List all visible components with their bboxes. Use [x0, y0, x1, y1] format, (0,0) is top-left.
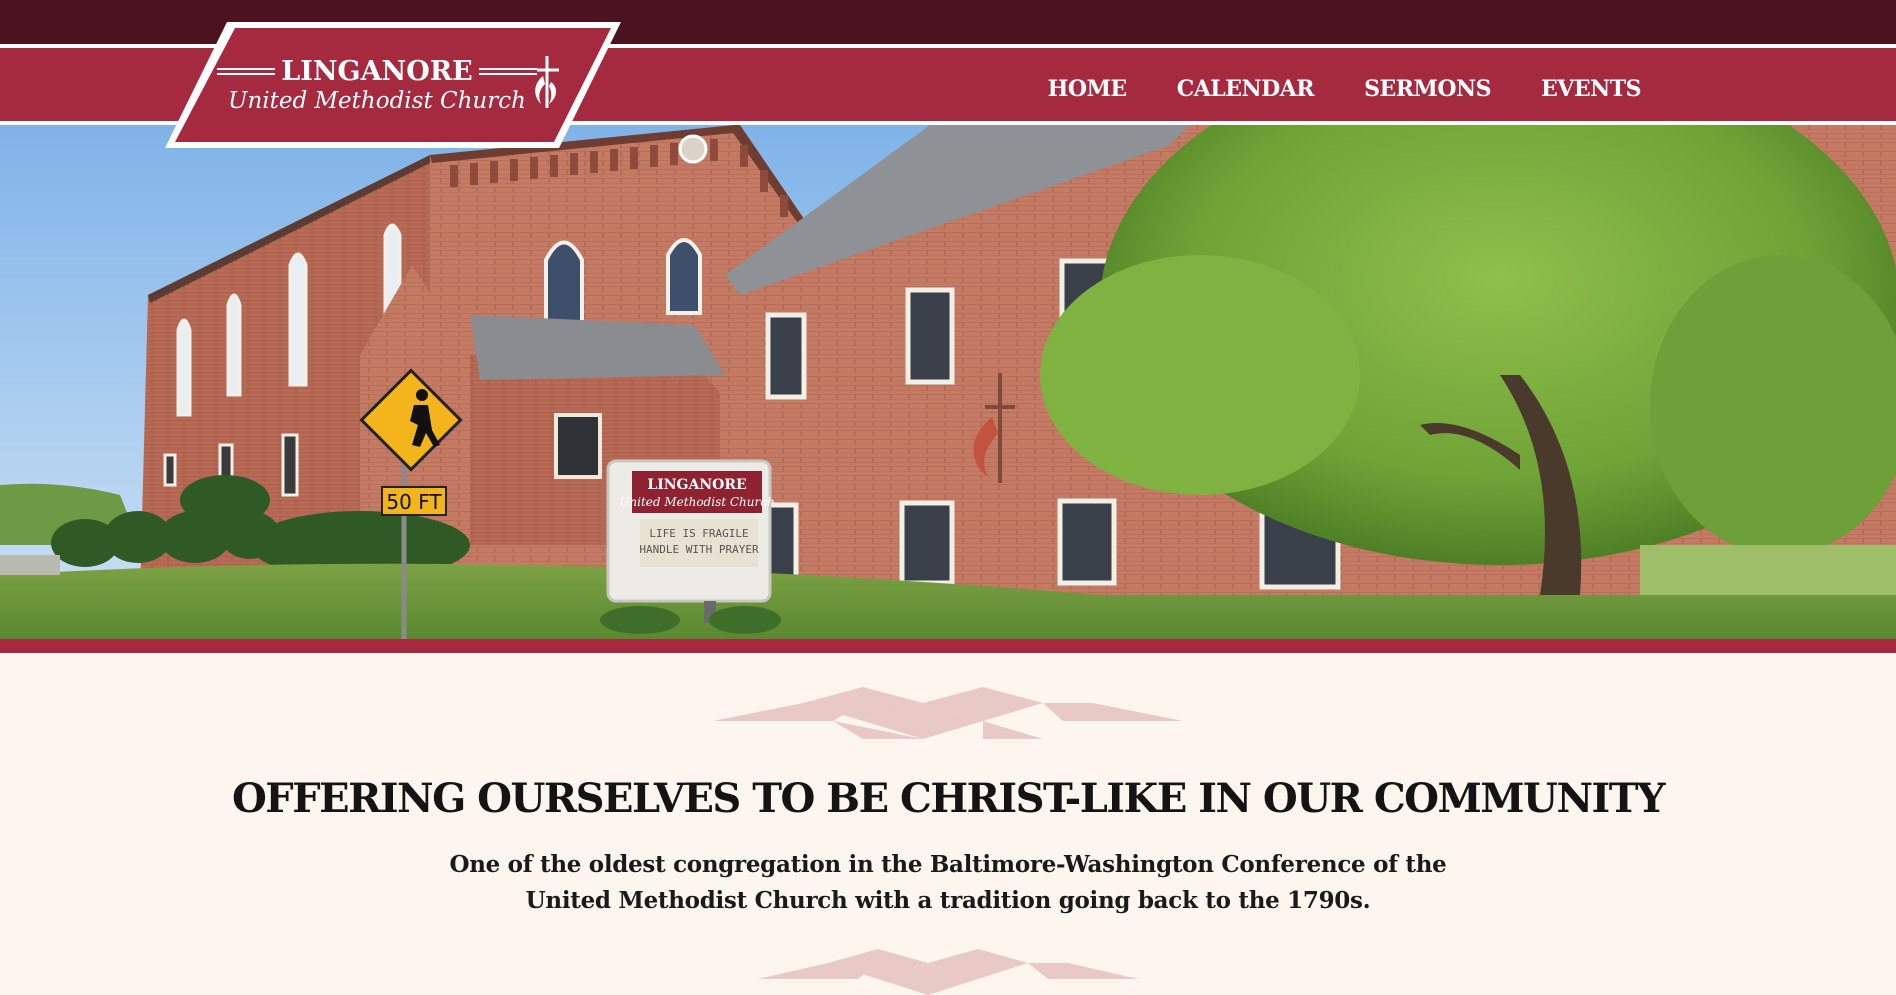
diamond-ornament-icon: [713, 687, 1183, 739]
nav-sermons[interactable]: SERMONS: [1364, 76, 1491, 102]
nav-events[interactable]: EVENTS: [1541, 76, 1641, 102]
logo-title: LINGANORE: [217, 56, 537, 87]
intro-section: OFFERING OURSELVES TO BE CHRIST-LIKE IN …: [0, 653, 1896, 995]
sign-board-title: LINGANORE: [647, 477, 746, 493]
logo-title-text: LINGANORE: [281, 56, 473, 87]
road-sign-text: 50 FT: [386, 490, 442, 514]
sign-board-subtitle: United Methodist Church: [619, 495, 774, 509]
sign-board-message-1: LIFE IS FRAGILE: [649, 527, 748, 540]
cross-and-flame-icon: [535, 56, 559, 108]
logo-subtitle: United Methodist Church: [228, 88, 526, 114]
intro-text-line-2: United Methodist Church with a tradition…: [525, 887, 1371, 914]
site-logo[interactable]: LINGANORE United Methodist Church: [165, 22, 621, 148]
page: HOME CALENDAR SERMONS EVENTS LINGANORE U…: [0, 0, 1896, 995]
hero-bottom-band: [0, 639, 1896, 653]
church-building-photo: 50 FT LINGANORE United Methodist Church …: [0, 125, 1896, 639]
main-nav: HOME CALENDAR SERMONS EVENTS: [1048, 48, 1642, 129]
page-headline: OFFERING OURSELVES TO BE CHRIST-LIKE IN …: [231, 775, 1666, 822]
nav-calendar[interactable]: CALENDAR: [1177, 76, 1315, 102]
hero-image: 50 FT LINGANORE United Methodist Church …: [0, 125, 1896, 639]
intro-text-line-1: One of the oldest congregation in the Ba…: [449, 851, 1447, 878]
diamond-ornament-bottom-icon: [758, 949, 1138, 995]
nav-home[interactable]: HOME: [1048, 76, 1128, 102]
sign-board-message-2: HANDLE WITH PRAYER: [639, 543, 759, 556]
intro-text: One of the oldest congregation in the Ba…: [0, 847, 1896, 919]
